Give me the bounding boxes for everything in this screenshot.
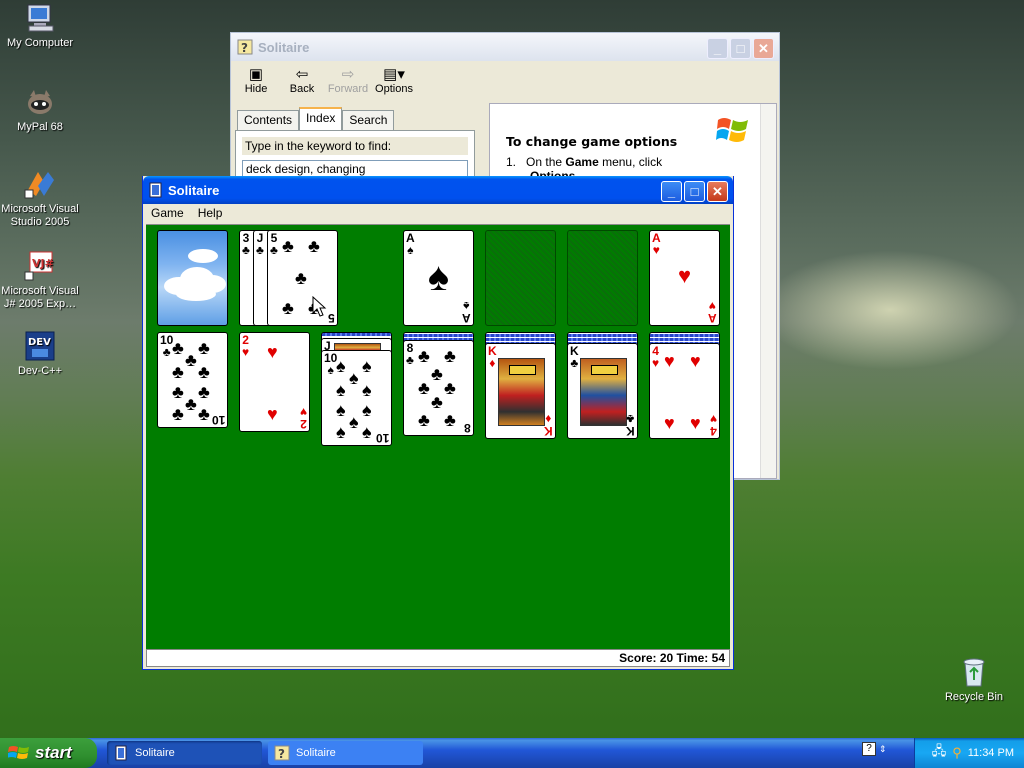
taskbar-item-solitaire-game[interactable]: Solitaire [107, 741, 262, 765]
options-icon: ▤▾ [383, 66, 405, 83]
desktop-icon-my-computer[interactable]: My Computer [0, 2, 80, 50]
computer-icon [24, 2, 56, 34]
tab-search[interactable]: Search [342, 110, 395, 130]
tableau-card[interactable]: K ♦ K ♦ [485, 343, 556, 439]
back-arrow-icon: ⇦ [295, 66, 309, 83]
visual-studio-icon [24, 168, 56, 200]
tableau-card[interactable]: 10 ♣ ♣ ♣ ♣ ♣ ♣ ♣ ♣ ♣ ♣ ♣ 10 [157, 332, 228, 428]
mouse-cursor-icon [312, 296, 327, 317]
king-face-icon [580, 358, 627, 426]
desktop-icon-recycle-bin[interactable]: Recycle Bin [934, 656, 1014, 704]
solitaire-app-icon [115, 745, 127, 761]
desktop-icon-label: Microsoft Visual J# 2005 Exp… [1, 285, 79, 310]
devcpp-icon: DEV [24, 330, 56, 362]
foundation-empty-2[interactable] [567, 230, 638, 326]
foundation-spades[interactable]: A ♠ ♠ A ♠ [403, 230, 474, 326]
minimize-button[interactable]: _ [661, 181, 682, 202]
desktop-icon-label: MyPal 68 [17, 121, 63, 133]
start-label: start [35, 743, 72, 762]
visual-jsharp-icon: VJ# [24, 250, 56, 282]
back-button[interactable]: ⇦ Back [281, 62, 323, 104]
network-icon[interactable]: 🖧 [932, 742, 947, 764]
desktop-wallpaper-light [760, 250, 1020, 370]
maximize-button[interactable]: □ [730, 38, 751, 59]
help-title-bar[interactable]: ? Solitaire _ □ ✕ [231, 33, 779, 61]
search-tray-icon[interactable]: ⚲ [952, 745, 962, 761]
start-button[interactable]: start [0, 738, 97, 768]
keyword-input[interactable]: deck design, changing [242, 160, 468, 177]
hide-button[interactable]: ▣ Hide [235, 62, 277, 104]
windows-flag-icon [8, 746, 29, 759]
hide-icon: ▣ [248, 66, 264, 83]
solitaire-title-bar[interactable]: Solitaire _ □ ✕ [143, 176, 733, 204]
menu-bar: Game Help [143, 204, 733, 224]
options-button[interactable]: ▤▾ Options [373, 62, 415, 104]
close-button[interactable]: ✕ [753, 38, 774, 59]
windows-logo-icon [716, 118, 748, 142]
desktop-icon-mypal[interactable]: MyPal 68 [0, 86, 80, 134]
desktop-icon-visual-jsharp[interactable]: VJ# Microsoft Visual J# 2005 Exp… [0, 250, 80, 311]
forward-button[interactable]: ⇨ Forward [327, 62, 369, 104]
game-table[interactable]: 3♣ J♣ 5♣ ♣ ♣ ♣ ♣ ♣ 5 A♠ ♠ A♠ A♥ ♥ A♥ [146, 224, 730, 650]
chevron-icon: ⇕ [879, 743, 887, 754]
minimize-button[interactable]: _ [707, 38, 728, 59]
tableau-card[interactable]: 8 ♣ ♣ ♣ ♣ ♣ ♣ ♣ ♣ ♣ 8 [403, 340, 474, 436]
taskbar: start Solitaire ? Solitaire ? ⇕ 🖧 ⚲ 11:3… [0, 738, 1024, 768]
clock[interactable]: 11:34 PM [968, 747, 1014, 759]
status-bar: Score: 20 Time: 54 [146, 649, 730, 667]
stock-pile[interactable] [157, 230, 228, 326]
maximize-button[interactable]: □ [684, 181, 705, 202]
help-language-icon: ? [862, 742, 876, 756]
svg-text:?: ? [278, 747, 285, 761]
solitaire-window[interactable]: Solitaire _ □ ✕ Game Help 3 ♣ J ♣ 5 ♣ ♣ ♣ [142, 176, 734, 670]
svg-text:DEV: DEV [28, 337, 51, 348]
recycle-bin-icon [958, 656, 990, 688]
menu-help[interactable]: Help [192, 204, 229, 224]
keyword-label: Type in the keyword to find: [242, 137, 468, 155]
solitaire-app-icon [149, 182, 162, 198]
help-toolbar: ▣ Hide ⇦ Back ⇨ Forward ▤▾ Options [235, 62, 415, 104]
tableau-card[interactable]: K ♣ K ♣ [567, 343, 638, 439]
tableau-card[interactable]: 2 ♥ ♥ ♥ 2 ♥ [239, 332, 310, 432]
foundation-empty-1[interactable] [485, 230, 556, 326]
menu-game[interactable]: Game [145, 204, 190, 224]
raccoon-icon [24, 86, 56, 118]
tab-index[interactable]: Index [299, 107, 343, 130]
tab-contents[interactable]: Contents [237, 110, 300, 130]
desktop-icon-visual-studio[interactable]: Microsoft Visual Studio 2005 [0, 168, 80, 229]
king-face-icon [498, 358, 545, 426]
help-title-text: Solitaire [258, 39, 310, 55]
close-button[interactable]: ✕ [707, 181, 728, 202]
desktop-icon-label: Recycle Bin [944, 691, 1004, 703]
taskbar-item-solitaire-help[interactable]: ? Solitaire [268, 741, 423, 765]
topic-scrollbar[interactable] [760, 104, 776, 478]
tableau-card[interactable]: 4 ♥ ♥ ♥ ♥ ♥ 4 ♥ [649, 343, 720, 439]
svg-text:?: ? [241, 41, 248, 55]
solitaire-title-text: Solitaire [168, 182, 220, 198]
desktop-icon-label: Dev-C++ [17, 365, 63, 377]
help-icon: ? [274, 745, 290, 761]
desktop-icon-label: My Computer [6, 37, 74, 49]
system-tray: 🖧 ⚲ 11:34 PM [914, 738, 1024, 768]
svg-text:VJ#: VJ# [32, 257, 54, 270]
desktop-icon-label: Microsoft Visual Studio 2005 [1, 203, 79, 228]
tableau-card[interactable]: 10 ♠ ♠ ♠ ♠ ♠ ♠ ♠ ♠ ♠ ♠ ♠ 10 [321, 350, 392, 446]
desktop-icon-devcpp[interactable]: DEV Dev-C++ [0, 330, 80, 378]
foundation-hearts[interactable]: A ♥ ♥ A ♥ [649, 230, 720, 326]
language-bar[interactable]: ? ⇕ [862, 742, 887, 756]
help-icon: ? [237, 39, 253, 55]
forward-arrow-icon: ⇨ [341, 66, 355, 83]
